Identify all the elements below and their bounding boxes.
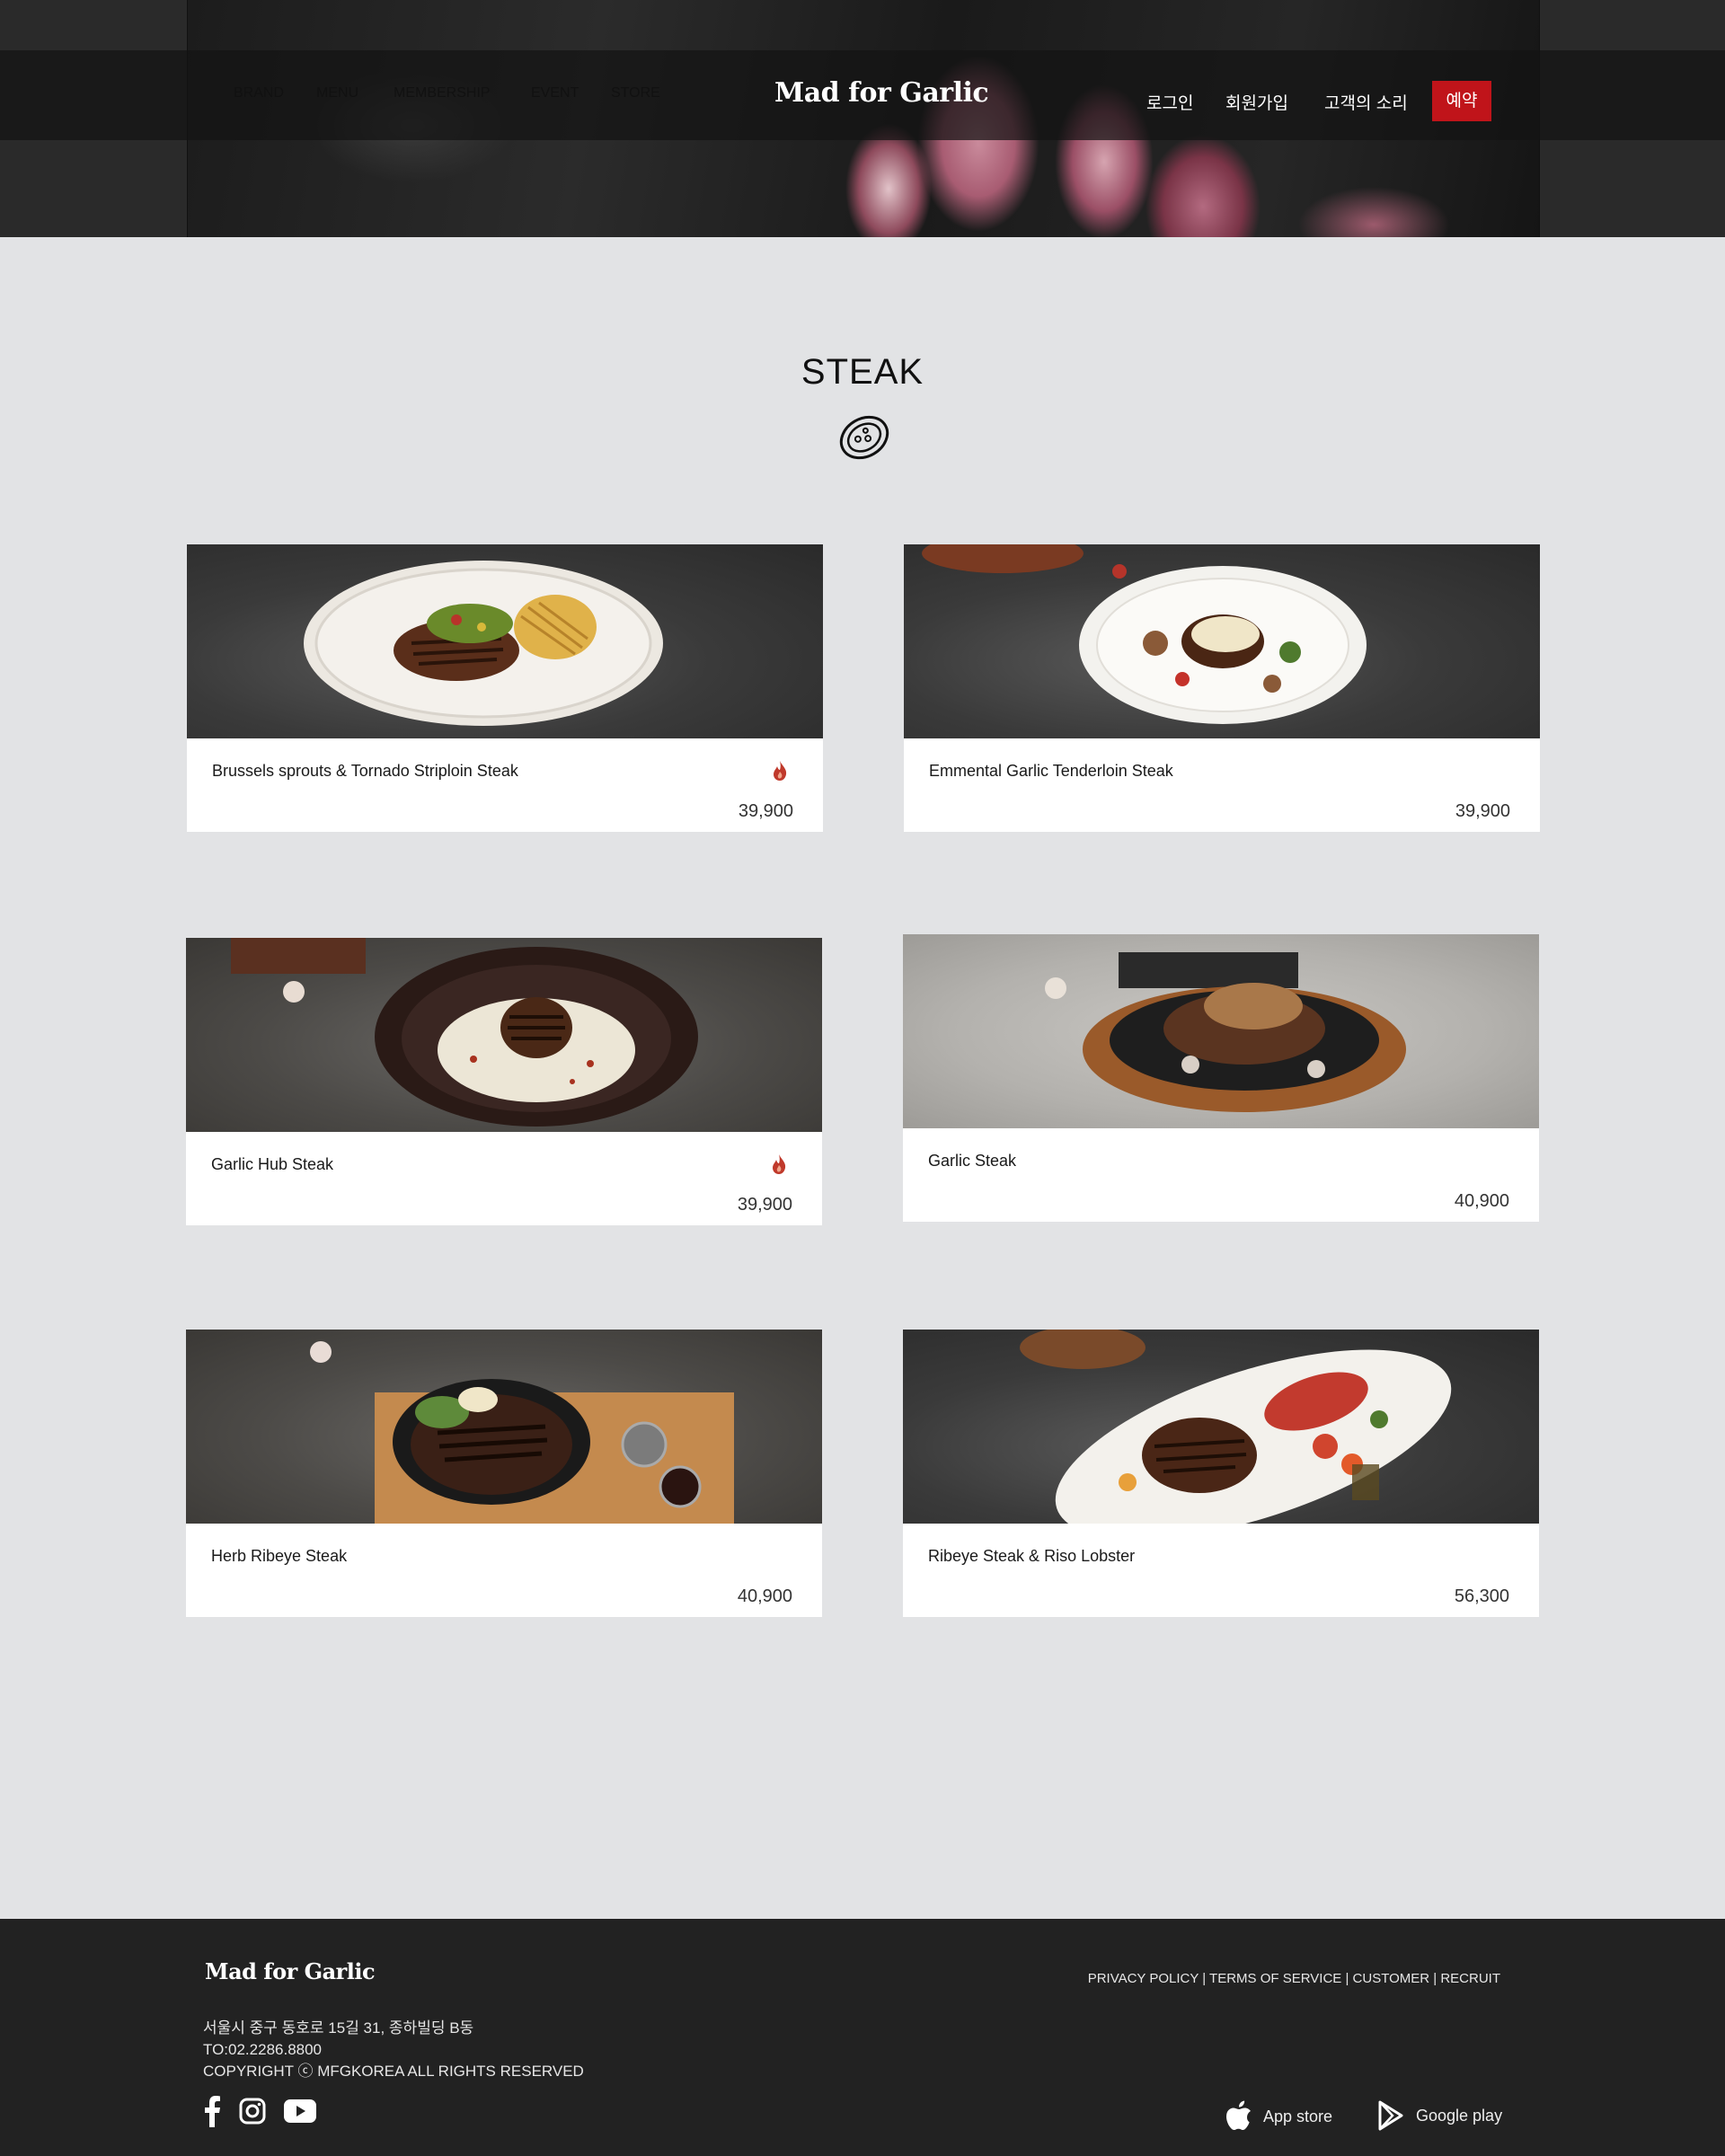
social-links (203, 2095, 316, 2127)
menu-price: 39,900 (737, 1195, 792, 1215)
menu-photo (904, 544, 1540, 738)
footer-links: PRIVACY POLICY | TERMS OF SERVICE | CUST… (1087, 1971, 1500, 1986)
google-play-link[interactable]: Google play (1378, 2100, 1502, 2131)
section-title: STEAK (801, 352, 924, 392)
google-play-icon (1378, 2100, 1403, 2131)
footer-address-block: 서울시 중구 동호로 15길 31, 종하빌딩 B동 TO:02.2286.88… (203, 2018, 584, 2082)
menu-card[interactable]: Herb Ribeye Steak 40,900 (186, 1330, 822, 1617)
app-store-label: App store (1263, 2107, 1333, 2125)
menu-card[interactable]: Ribeye Steak & Riso Lobster 56,300 (903, 1330, 1539, 1617)
menu-price: 39,900 (738, 801, 793, 821)
customer-link[interactable]: CUSTOMER (1353, 1971, 1430, 1986)
apple-icon (1226, 2100, 1251, 2130)
nav-store[interactable]: STORE (611, 85, 660, 102)
footer-address: 서울시 중구 동호로 15길 31, 종하빌딩 B동 (203, 2019, 474, 2037)
customer-voice-link[interactable]: 고객의 소리 (1324, 90, 1408, 114)
spicy-icon (774, 761, 787, 781)
menu-card[interactable]: Emmental Garlic Tenderloin Steak 39,900 (904, 544, 1540, 832)
site-footer: Mad for Garlic 서울시 중구 동호로 15길 31, 종하빌딩 B… (0, 1919, 1725, 2156)
google-play-label: Google play (1416, 2106, 1503, 2125)
menu-name: Garlic Hub Steak (211, 1155, 334, 1173)
menu-photo (187, 544, 823, 738)
menu-photo (903, 934, 1539, 1128)
menu-price: 56,300 (1454, 1586, 1509, 1606)
nav-menu[interactable]: MENU (316, 85, 358, 102)
nav-membership[interactable]: MEMBERSHIP (394, 85, 491, 102)
menu-name: Ribeye Steak & Riso Lobster (928, 1547, 1136, 1565)
footer-logo[interactable]: Mad for Garlic (205, 1958, 376, 1984)
menu-photo (903, 1330, 1539, 1524)
site-logo[interactable]: Mad for Garlic (774, 77, 989, 109)
menu-photo (186, 938, 822, 1132)
nav-brand[interactable]: BRAND (234, 85, 284, 102)
menu-price: 40,900 (737, 1586, 792, 1606)
instagram-icon[interactable] (239, 2098, 266, 2125)
menu-card[interactable]: Garlic Steak 40,900 (903, 934, 1539, 1222)
recruit-link[interactable]: RECRUIT (1440, 1971, 1500, 1986)
terms-of-service-link[interactable]: TERMS OF SERVICE (1209, 1971, 1341, 1986)
menu-name: Brussels sprouts & Tornado Striploin Ste… (212, 762, 518, 780)
menu-name: Herb Ribeye Steak (211, 1547, 348, 1565)
app-store-link[interactable]: App store (1224, 2100, 1332, 2133)
reserve-button[interactable]: 예약 (1432, 81, 1491, 121)
spicy-icon (773, 1154, 786, 1174)
menu-card[interactable]: Brussels sprouts & Tornado Striploin Ste… (187, 544, 823, 832)
youtube-icon[interactable] (284, 2099, 316, 2123)
menu-card[interactable]: Garlic Hub Steak 39,900 (186, 938, 822, 1225)
menu-name: Garlic Steak (928, 1152, 1017, 1170)
privacy-policy-link[interactable]: PRIVACY POLICY (1088, 1971, 1199, 1986)
menu-name: Emmental Garlic Tenderloin Steak (929, 762, 1173, 780)
nav-event[interactable]: EVENT (531, 85, 579, 102)
menu-price: 39,900 (1455, 801, 1510, 821)
steak-plate-icon (839, 415, 889, 460)
signup-link[interactable]: 회원가입 (1225, 90, 1288, 114)
menu-photo (186, 1330, 822, 1524)
footer-tel: TO:02.2286.8800 (203, 2041, 323, 2058)
footer-copyright: COPYRIGHT ⓒ MFGKOREA ALL RIGHTS RESERVED (203, 2063, 584, 2080)
facebook-icon[interactable] (203, 2095, 221, 2127)
menu-price: 40,900 (1454, 1191, 1509, 1211)
login-link[interactable]: 로그인 (1146, 90, 1193, 114)
